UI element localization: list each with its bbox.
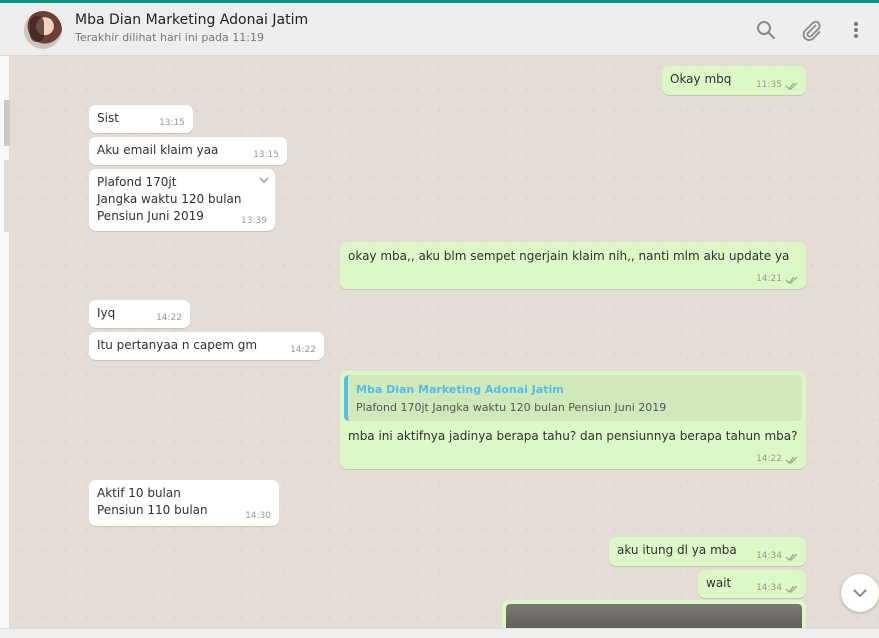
message-bubble-outgoing-reply[interactable]: Mba Dian Marketing Adonai Jatim Plafond … xyxy=(340,371,806,469)
attach-icon xyxy=(802,20,821,41)
message-time: 14:22 xyxy=(756,454,782,464)
search-button[interactable] xyxy=(753,17,779,43)
quoted-message[interactable]: Mba Dian Marketing Adonai Jatim Plafond … xyxy=(344,375,802,421)
message-text: Iyq xyxy=(97,306,116,320)
message-text-line: Aktif 10 bulan xyxy=(97,486,181,500)
chevron-down-icon xyxy=(853,589,867,598)
message-text-line: Pensiun Juni 2019 xyxy=(97,209,204,223)
message-bubble-incoming[interactable]: Plafond 170jt Jangka waktu 120 bulan Pen… xyxy=(89,169,275,231)
message-bubble-incoming[interactable]: Aktif 10 bulan Pensiun 110 bulan 14:30 xyxy=(89,480,279,526)
message-text: aku itung dl ya mba xyxy=(617,543,737,557)
double-check-icon xyxy=(785,553,798,561)
message-text: Sist xyxy=(97,111,119,125)
message-bubble-outgoing[interactable]: wait 14:34 xyxy=(698,570,806,598)
message-time: 14:22 xyxy=(290,345,316,355)
last-seen-status: Terakhir dilihat hari ini pada 11:19 xyxy=(75,31,264,44)
message-text: okay mba,, aku blm sempet ngerjain klaim… xyxy=(348,249,790,263)
message-pane[interactable]: Okay mbq 11:35 Sist 13:15 Aku email klai… xyxy=(10,56,879,628)
message-text: wait xyxy=(706,576,732,590)
menu-button[interactable] xyxy=(843,17,869,43)
chevron-down-icon[interactable] xyxy=(259,176,269,184)
message-bubble-outgoing[interactable]: aku itung dl ya mba 14:34 xyxy=(609,537,806,566)
image-thumbnail[interactable] xyxy=(506,604,802,628)
quoted-text: Plafond 170jt Jangka waktu 120 bulan Pen… xyxy=(356,401,667,414)
message-time: 14:22 xyxy=(156,313,182,323)
message-time: 14:30 xyxy=(245,511,271,521)
quoted-sender: Mba Dian Marketing Adonai Jatim xyxy=(356,383,564,396)
message-time: 14:34 xyxy=(756,551,782,561)
attach-button[interactable] xyxy=(798,17,824,43)
message-time: 13:15 xyxy=(253,150,279,160)
search-icon xyxy=(757,21,776,40)
menu-icon xyxy=(854,22,858,38)
message-time: 14:34 xyxy=(756,583,782,593)
contact-name[interactable]: Mba Dian Marketing Adonai Jatim xyxy=(75,12,308,28)
chat-list-edge xyxy=(0,56,10,638)
double-check-icon xyxy=(785,456,798,464)
double-check-icon xyxy=(785,276,798,284)
message-text: Okay mbq xyxy=(670,72,732,86)
message-bubble-outgoing[interactable]: Okay mbq 11:35 xyxy=(662,66,806,95)
double-check-icon xyxy=(785,82,798,90)
message-text: Itu pertanyaa n capem gm xyxy=(97,338,258,352)
double-check-icon xyxy=(785,585,798,593)
message-text-line: Jangka waktu 120 bulan xyxy=(97,192,242,206)
message-bubble-outgoing-image[interactable] xyxy=(502,600,806,628)
message-time: 13:39 xyxy=(241,216,267,226)
message-bubble-outgoing[interactable]: okay mba,, aku blm sempet ngerjain klaim… xyxy=(340,242,806,289)
message-text: Aku email klaim yaa xyxy=(97,143,219,157)
message-bubble-incoming[interactable]: Aku email klaim yaa 13:15 xyxy=(89,137,287,165)
message-text-line: Pensiun 110 bulan xyxy=(97,503,208,517)
message-bubble-incoming[interactable]: Iyq 14:22 xyxy=(89,300,190,328)
chat-header: Mba Dian Marketing Adonai Jatim Terakhir… xyxy=(0,3,879,56)
avatar[interactable] xyxy=(24,11,62,49)
message-text-line: Plafond 170jt xyxy=(97,175,177,189)
message-time: 13:15 xyxy=(159,118,185,128)
message-time: 11:35 xyxy=(756,80,782,90)
message-bubble-incoming[interactable]: Sist 13:15 xyxy=(89,105,193,133)
message-time: 14:21 xyxy=(756,274,782,284)
compose-bar[interactable] xyxy=(0,628,879,638)
message-bubble-incoming[interactable]: Itu pertanyaa n capem gm 14:22 xyxy=(89,332,324,360)
scroll-to-bottom-button[interactable] xyxy=(841,574,879,612)
message-text: mba ini aktifnya jadinya berapa tahu? da… xyxy=(348,429,798,443)
